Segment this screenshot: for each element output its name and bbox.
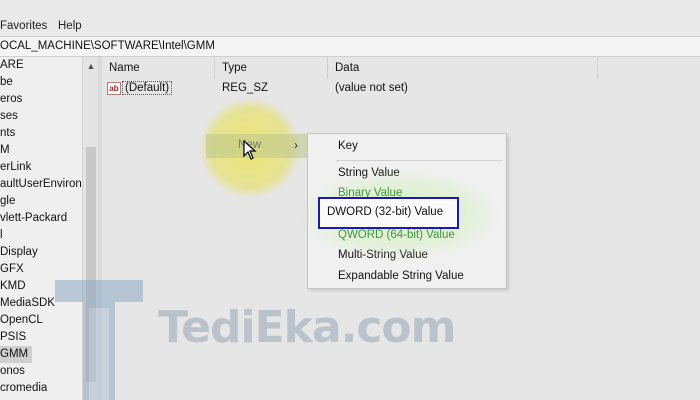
tree-item[interactable]: Display bbox=[0, 244, 38, 261]
chevron-up-icon[interactable]: ▲ bbox=[83, 61, 99, 71]
tree-item[interactable]: erLink bbox=[0, 159, 31, 176]
tree-item[interactable]: ses bbox=[0, 108, 18, 125]
tediEka-logo-watermark bbox=[55, 280, 143, 400]
value-name[interactable]: (Default) bbox=[122, 81, 173, 95]
tree-item[interactable]: l bbox=[0, 227, 3, 244]
tree-item[interactable]: aultUserEnvironn bbox=[0, 176, 82, 193]
menu-favorites[interactable]: Favorites bbox=[0, 20, 47, 32]
column-header-type[interactable]: Type bbox=[215, 57, 328, 79]
watermark-text: TediEka.com bbox=[158, 302, 456, 353]
ab-string-icon: ab bbox=[107, 82, 121, 95]
tree-item[interactable]: nts bbox=[0, 125, 15, 142]
address-bar[interactable]: OCAL_MACHINE\SOFTWARE\Intel\GMM bbox=[0, 36, 700, 57]
tree-item[interactable]: OpenCL bbox=[0, 312, 43, 329]
tree-item[interactable]: cromedia bbox=[0, 380, 47, 397]
tree-item[interactable]: PSIS bbox=[0, 329, 26, 346]
tree-item[interactable]: gle bbox=[0, 193, 15, 210]
tree-item[interactable]: MediaSDK bbox=[0, 295, 55, 312]
tree-item[interactable]: onos bbox=[0, 363, 25, 380]
menu-item-dword-value-highlighted[interactable]: DWORD (32-bit) Value bbox=[318, 197, 459, 229]
column-header-data[interactable]: Data bbox=[328, 57, 598, 79]
tree-item[interactable]: GFX bbox=[0, 261, 24, 278]
tree-item[interactable]: be bbox=[0, 74, 13, 91]
tree-item-selected[interactable]: GMM bbox=[0, 346, 33, 363]
table-row[interactable]: ab (Default) REG_SZ (value not set) bbox=[102, 79, 700, 99]
chevron-right-icon: › bbox=[294, 138, 298, 152]
tree-item[interactable]: vlett-Packard bbox=[0, 210, 67, 227]
tree-item[interactable]: eros bbox=[0, 91, 22, 108]
column-header-name[interactable]: Name bbox=[102, 57, 215, 79]
tree-item[interactable]: ARE bbox=[0, 57, 24, 74]
menu-separator bbox=[336, 160, 502, 161]
menu-item-expandable-string-value[interactable]: Expandable String Value bbox=[338, 270, 464, 282]
menu-help[interactable]: Help bbox=[58, 20, 82, 32]
menu-item-dword-value-label: DWORD (32-bit) Value bbox=[327, 206, 444, 218]
tree-item[interactable]: KMD bbox=[0, 278, 26, 295]
mouse-pointer-icon bbox=[243, 140, 257, 160]
menu-item-qword-value[interactable]: QWORD (64-bit) Value bbox=[338, 229, 455, 241]
menu-bar: Favorites Help bbox=[0, 0, 700, 36]
tree-item[interactable]: M bbox=[0, 142, 10, 159]
menu-item-key[interactable]: Key bbox=[338, 140, 358, 152]
value-type: REG_SZ bbox=[222, 82, 269, 94]
address-path[interactable]: OCAL_MACHINE\SOFTWARE\Intel\GMM bbox=[0, 40, 215, 52]
value-data: (value not set) bbox=[335, 82, 408, 94]
